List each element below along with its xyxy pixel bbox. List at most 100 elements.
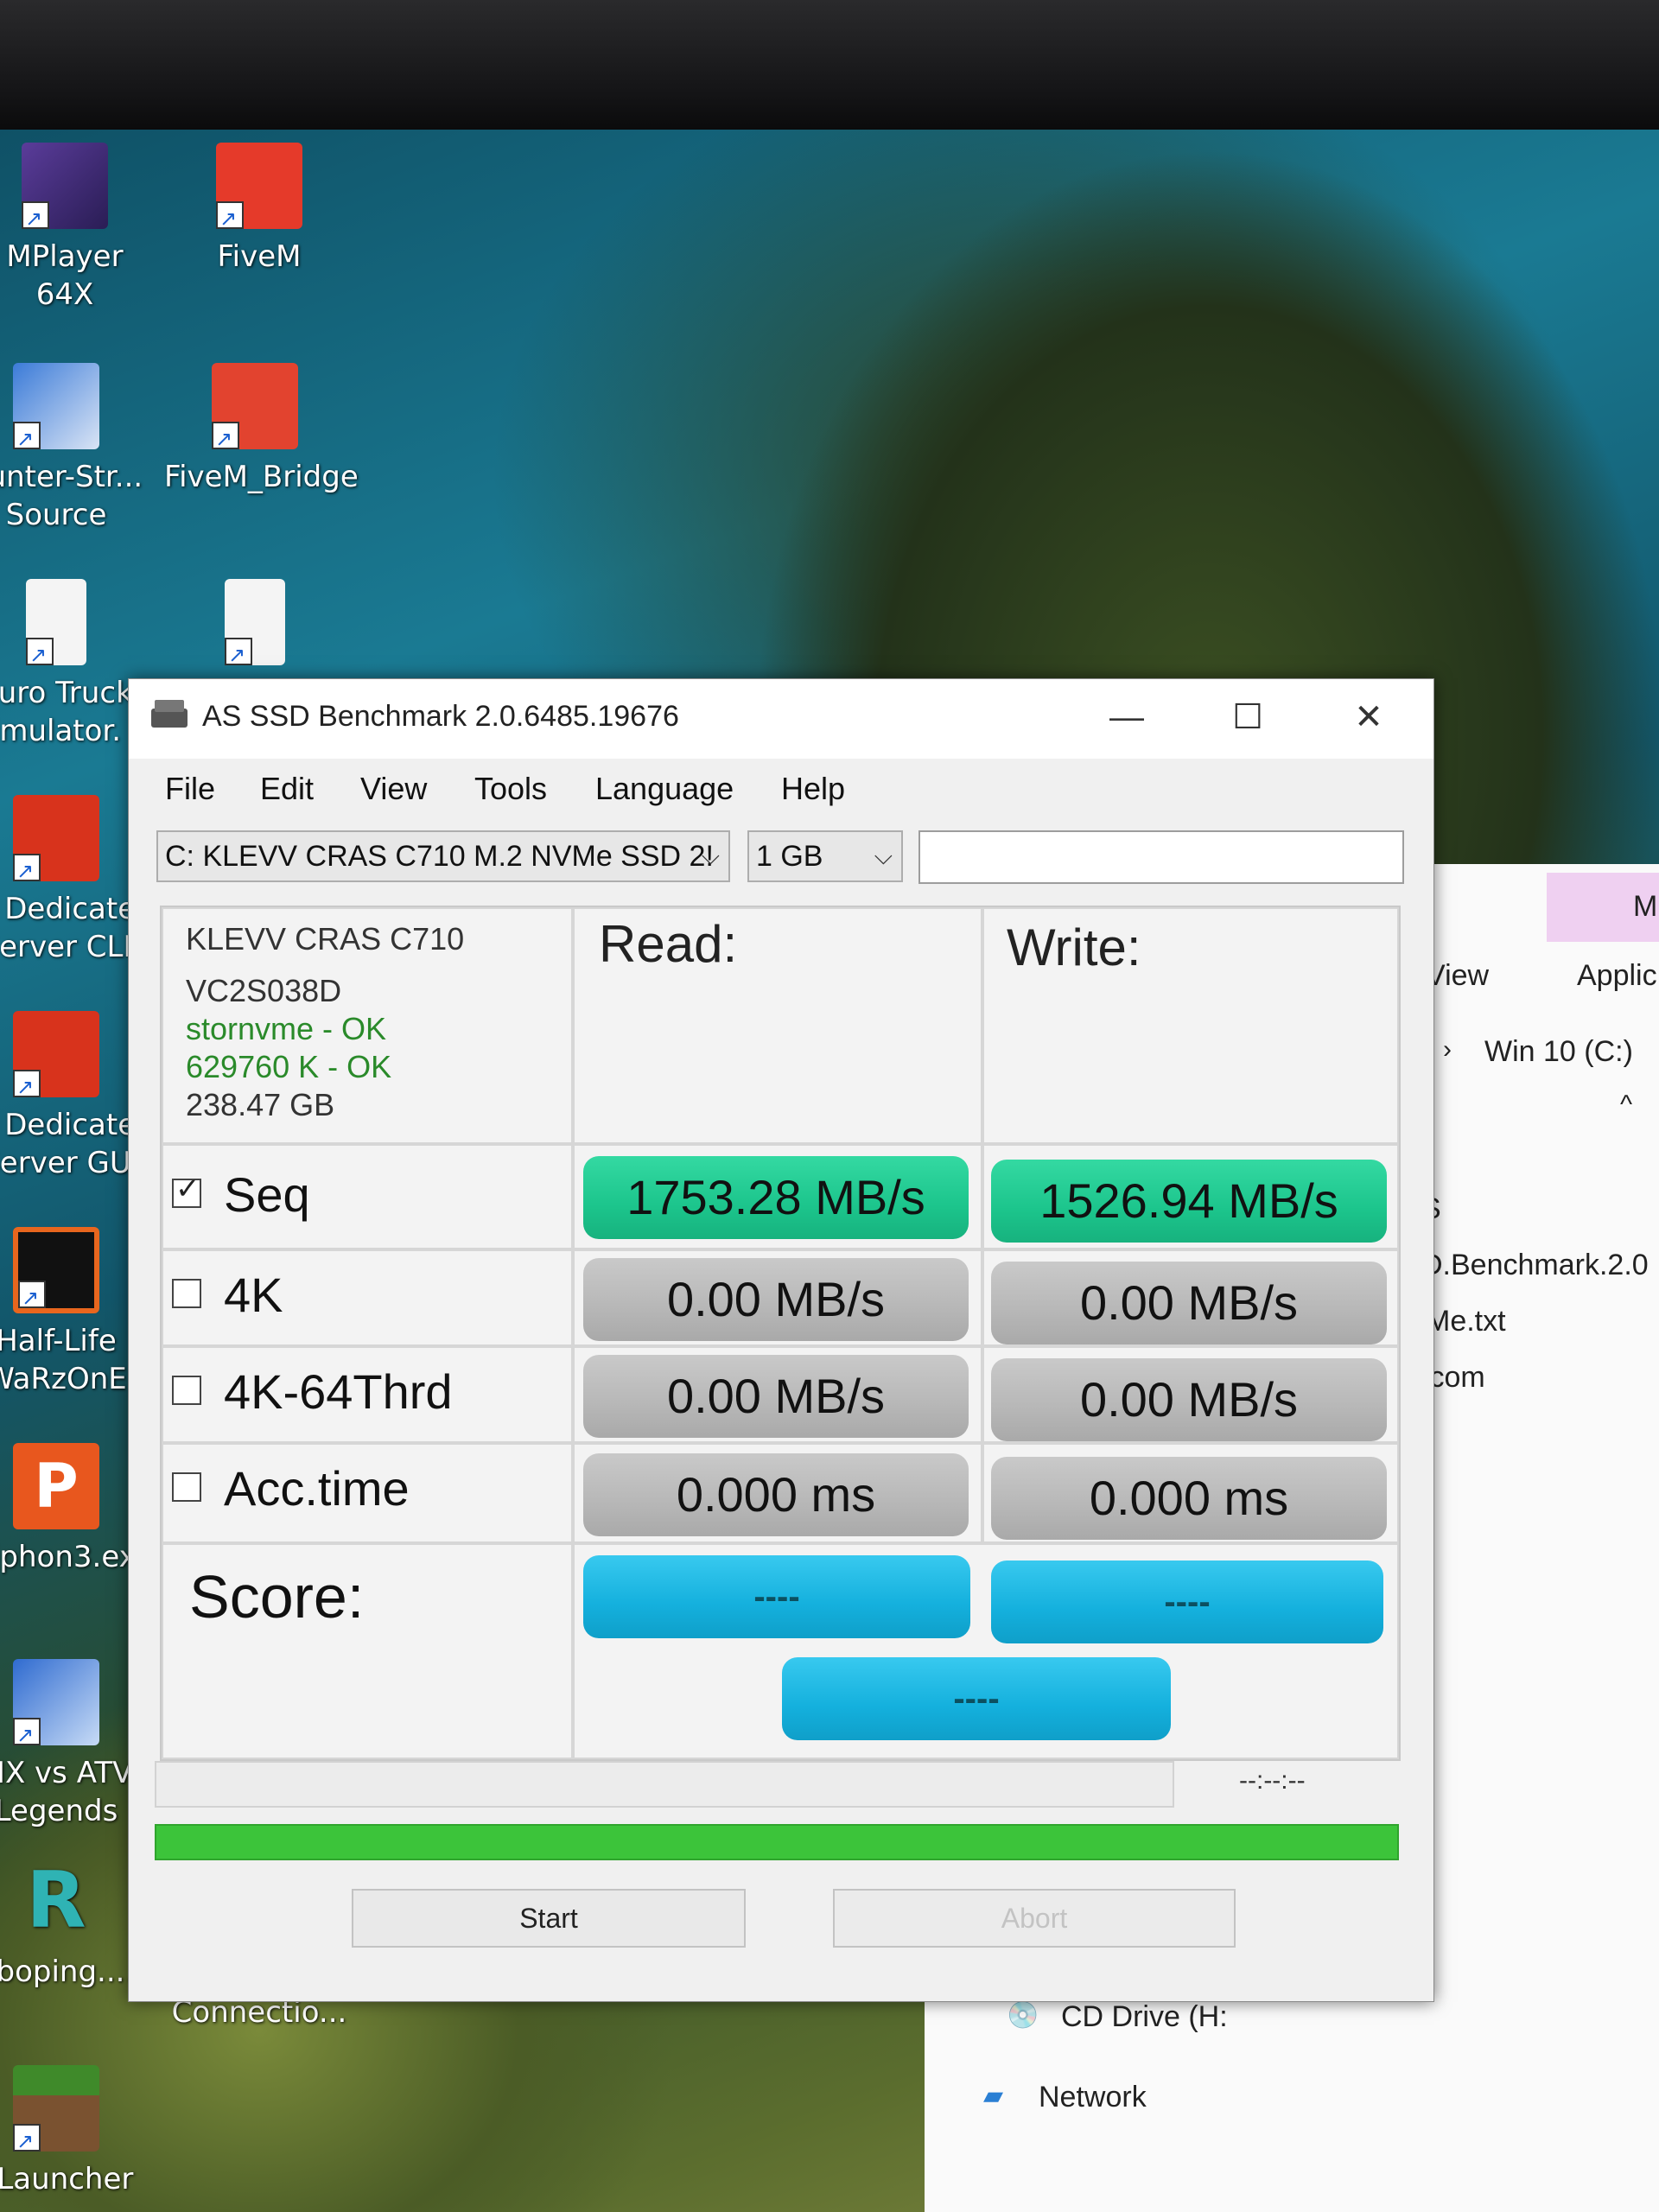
path-chevron-icon: › <box>1443 1035 1452 1064</box>
desktop-icon-label: S Dedicate Server GU <box>0 1108 137 1180</box>
menu-file[interactable]: File <box>165 771 215 807</box>
drive-firmware: VC2S038D <box>186 973 342 1008</box>
cd-drive-icon: 💿 <box>1007 2001 1039 2030</box>
menu-tools[interactable]: Tools <box>474 771 547 807</box>
menu-view[interactable]: View <box>360 771 427 807</box>
row-label-text: 4K-64Thrd <box>224 1364 453 1419</box>
menu-language[interactable]: Language <box>595 771 734 807</box>
half-life-icon <box>13 795 99 890</box>
row-acc-time: Acc.time <box>162 1443 573 1543</box>
desktop-icon-label: MX vs ATV Legends <box>0 1756 133 1828</box>
explorer-file-item[interactable]: Me.txt <box>1426 1305 1506 1338</box>
4k-read-cell: 0.00 MB/s <box>573 1249 982 1346</box>
drive-driver-status: stornvme - OK <box>186 1011 387 1046</box>
seq-write-cell: 1526.94 MB/s <box>982 1144 1399 1249</box>
as-ssd-window: AS SSD Benchmark 2.0.6485.19676 — ☐ ✕ Fi… <box>128 678 1434 2002</box>
desktop-icon-blank[interactable] <box>164 579 346 674</box>
drive-app-icon <box>151 700 188 728</box>
shortcut-arrow-icon <box>13 420 41 458</box>
desktop-icon-half-life[interactable]: Half-Life WaRzOnE <box>0 1227 147 1398</box>
file-explorer-window: M View Applic › Win 10 (C:) ^ S D.Benchm… <box>1408 864 1659 2212</box>
desktop-icon-label: oboping.... <box>0 1955 135 1989</box>
file-icon <box>26 579 86 674</box>
row-seq: Seq <box>162 1144 573 1249</box>
drive-capacity: 238.47 GB <box>186 1087 335 1122</box>
checkbox-unchecked[interactable] <box>172 1279 201 1309</box>
maximize-button[interactable]: ☐ <box>1217 691 1278 743</box>
seq-checkbox-label[interactable]: Seq <box>172 1166 310 1223</box>
checkbox-checked[interactable] <box>172 1172 201 1209</box>
4k64-checkbox-label[interactable]: 4K-64Thrd <box>172 1363 453 1420</box>
score-read: ---- <box>583 1555 970 1638</box>
chevron-down-icon: ⌵ <box>701 842 720 869</box>
read-header-cell: Read: <box>573 907 982 1144</box>
drive-alignment-status: 629760 K - OK <box>186 1049 392 1084</box>
explorer-ribbon-tab[interactable]: M <box>1547 873 1659 942</box>
acctime-write-result: 0.000 ms <box>991 1457 1387 1540</box>
acctime-read-cell: 0.000 ms <box>573 1443 982 1543</box>
start-button[interactable]: Start <box>352 1889 746 1948</box>
menu-edit[interactable]: Edit <box>260 771 314 807</box>
row-label-text: 4K <box>224 1268 283 1322</box>
explorer-address-path[interactable]: Win 10 (C:) <box>1484 1035 1633 1069</box>
seq-read-result: 1753.28 MB/s <box>583 1156 969 1239</box>
nav-cd-drive[interactable]: CD Drive (H: <box>1061 2000 1228 2034</box>
desktop-icon-label: S Dedicate Server CLI <box>0 892 137 964</box>
window-title: AS SSD Benchmark 2.0.6485.19676 <box>202 700 679 733</box>
menu-help[interactable]: Help <box>781 771 845 807</box>
desktop-icon-mplayer[interactable]: MPlayer 64X <box>0 143 156 314</box>
write-header-cell: Write: <box>982 907 1399 1144</box>
close-button[interactable]: ✕ <box>1338 691 1399 743</box>
desktop-icon-psiphon[interactable]: P siphon3.ex <box>0 1443 147 1576</box>
shortcut-arrow-icon <box>18 1279 46 1317</box>
desktop-icon-fivem-bridge[interactable]: FiveM_Bridge <box>164 363 359 496</box>
desktop-icon-counter-strike[interactable]: ounter-Str... Source <box>0 363 147 534</box>
4k64-read-result: 0.00 MB/s <box>583 1355 969 1438</box>
explorer-app-menu[interactable]: Applic <box>1577 959 1657 993</box>
nav-network[interactable]: Network <box>1039 2081 1147 2114</box>
4k-write-cell: 0.00 MB/s <box>982 1249 1399 1346</box>
status-field <box>918 830 1404 884</box>
roboping-icon: R <box>26 1855 86 1946</box>
explorer-view-menu[interactable]: View <box>1426 959 1489 993</box>
title-bar[interactable]: AS SSD Benchmark 2.0.6485.19676 — ☐ ✕ <box>129 679 1433 759</box>
4k64-write-result: 0.00 MB/s <box>991 1358 1387 1441</box>
acctime-checkbox-label[interactable]: Acc.time <box>172 1460 410 1516</box>
abort-button[interactable]: Abort <box>833 1889 1236 1948</box>
half-life-icon <box>13 1011 99 1106</box>
minimize-button[interactable]: — <box>1096 691 1157 743</box>
drive-select[interactable]: C: KLEVV CRAS C710 M.2 NVMe SSD 2! ⌵ <box>156 830 730 882</box>
desktop-icon-fivem[interactable]: FiveM <box>168 143 350 276</box>
drive-model: KLEVV CRAS C710 <box>186 921 465 957</box>
collapse-chevron-icon[interactable]: ^ <box>1620 1090 1632 1120</box>
shortcut-arrow-icon <box>22 200 49 238</box>
shortcut-arrow-icon <box>13 852 41 890</box>
desktop-icon-dedicated-server-gui[interactable]: S Dedicate Server GU <box>0 1011 147 1182</box>
desktop-icon-euro-truck[interactable]: Euro Truck imulator. <box>0 579 147 750</box>
desktop-icon-dedicated-server-cli[interactable]: S Dedicate Server CLI <box>0 795 147 966</box>
minecraft-icon <box>13 2065 99 2160</box>
size-select[interactable]: 1 GB ⌵ <box>747 830 903 882</box>
row-label-text: Seq <box>224 1167 310 1222</box>
4k-checkbox-label[interactable]: 4K <box>172 1267 283 1323</box>
acctime-read-result: 0.000 ms <box>583 1453 969 1536</box>
score-label-cell: Score: <box>162 1543 573 1759</box>
desktop-icon-roboping[interactable]: R oboping.... <box>0 1858 147 1991</box>
desktop-icon-tlauncher[interactable]: TLauncher <box>0 2065 147 2198</box>
explorer-file-item[interactable]: D.Benchmark.2.0 <box>1421 1249 1649 1282</box>
checkbox-unchecked[interactable] <box>172 1376 201 1406</box>
read-header: Read: <box>599 915 738 973</box>
checkbox-unchecked[interactable] <box>172 1472 201 1503</box>
drive-select-value: C: KLEVV CRAS C710 M.2 NVMe SSD 2! <box>165 840 714 873</box>
chevron-down-icon: ⌵ <box>874 842 893 869</box>
desktop-icon-label: Euro Truck imulator. <box>0 676 133 748</box>
menu-bar: File Edit View Tools Language Help <box>129 759 1433 819</box>
size-select-value: 1 GB <box>756 840 823 873</box>
desktop-icon-mx-vs-atv[interactable]: MX vs ATV Legends <box>0 1659 147 1830</box>
fivem-icon <box>216 143 302 238</box>
mx-vs-atv-icon <box>13 1659 99 1754</box>
drive-info-panel: KLEVV CRAS C710 VC2S038D stornvme - OK 6… <box>162 907 573 1144</box>
acctime-write-cell: 0.000 ms <box>982 1443 1399 1543</box>
score-results-cell: ---- ---- ---- <box>573 1543 1399 1759</box>
row-label-text: Acc.time <box>224 1461 410 1516</box>
